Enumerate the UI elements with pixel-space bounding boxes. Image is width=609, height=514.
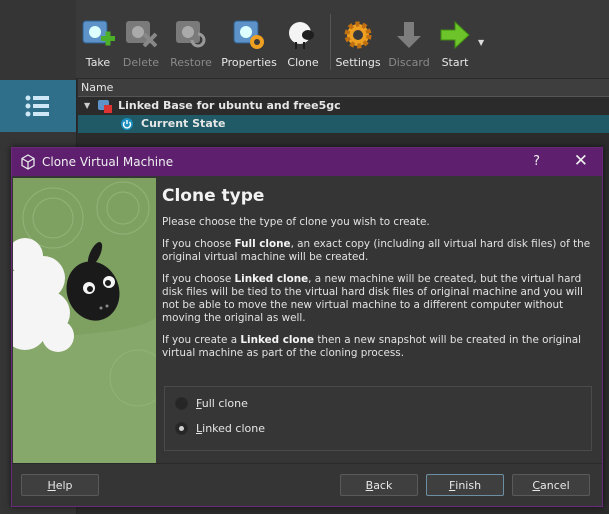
- clone-label: Clone: [287, 56, 319, 69]
- restore-button[interactable]: Restore: [163, 18, 219, 69]
- full-clone-radio-indicator[interactable]: [175, 397, 188, 410]
- properties-button[interactable]: Properties: [221, 18, 277, 69]
- finish-button[interactable]: Finish: [426, 474, 504, 496]
- take-label: Take: [85, 56, 111, 69]
- clone-wizard-illustration: [13, 178, 156, 464]
- back-button[interactable]: Back: [340, 474, 418, 496]
- vm-row[interactable]: ▼ Linked Base for ubuntu and free5gc: [78, 97, 609, 115]
- restore-label: Restore: [170, 56, 212, 69]
- start-button[interactable]: Start: [427, 18, 483, 69]
- help-button[interactable]: Help: [21, 474, 99, 496]
- virtualbox-cube-icon: [21, 154, 35, 170]
- clone-vm-dialog: Clone Virtual Machine ? ✕ Clone type Ple…: [11, 147, 603, 507]
- start-arrow-icon: [440, 20, 470, 50]
- power-icon: [121, 118, 133, 130]
- dialog-title: Clone Virtual Machine: [42, 155, 174, 169]
- start-dropdown-arrow-icon[interactable]: ▼: [478, 38, 484, 47]
- clone-type-heading: Clone type: [162, 186, 265, 206]
- delete-button[interactable]: Delete: [113, 18, 169, 69]
- full-clone-description: If you choose Full clone, an exact copy …: [162, 238, 591, 263]
- discard-label: Discard: [388, 56, 430, 69]
- delete-snapshot-icon: [126, 21, 158, 48]
- clone-button[interactable]: Clone: [275, 18, 331, 69]
- current-state-label: Current State: [141, 117, 226, 130]
- sheep-illustration-icon: [13, 178, 156, 464]
- full-clone-radio[interactable]: Full clone: [175, 397, 248, 410]
- expand-arrow-icon[interactable]: ▼: [84, 97, 90, 115]
- settings-gear-icon: [344, 21, 372, 49]
- linked-clone-label: Linked clone: [196, 422, 265, 435]
- full-clone-label: Full clone: [196, 397, 248, 410]
- properties-icon: [233, 20, 264, 49]
- take-snapshot-icon: [82, 20, 115, 46]
- clone-type-options: Full clone Linked clone: [164, 386, 592, 451]
- current-state-row[interactable]: Current State: [78, 115, 609, 133]
- machine-tools-button[interactable]: [0, 80, 76, 132]
- snapshot-note: If you create a Linked clone then a new …: [162, 334, 582, 359]
- close-button[interactable]: ✕: [574, 151, 588, 171]
- help-question-button[interactable]: ?: [533, 154, 540, 169]
- linked-clone-radio[interactable]: Linked clone: [175, 422, 265, 435]
- discard-arrow-icon: [397, 22, 421, 48]
- name-column-header[interactable]: Name: [78, 79, 609, 97]
- delete-label: Delete: [122, 56, 160, 69]
- clone-type-content: Clone type Please choose the type of clo…: [162, 186, 592, 369]
- properties-label: Properties: [221, 56, 277, 69]
- linked-clone-description: If you choose Linked clone, a new machin…: [162, 273, 583, 324]
- cancel-button[interactable]: Cancel: [512, 474, 590, 496]
- vm-state-icon: [98, 100, 113, 113]
- linked-clone-radio-indicator[interactable]: [175, 422, 188, 435]
- dialog-titlebar: Clone Virtual Machine ? ✕: [12, 148, 602, 176]
- snapshot-tree: Name ▼ Linked Base for ubuntu and free5g…: [78, 79, 609, 133]
- settings-button[interactable]: Settings: [330, 18, 386, 69]
- start-label: Start: [441, 56, 469, 69]
- intro-text: Please choose the type of clone you wish…: [162, 216, 430, 228]
- vm-name: Linked Base for ubuntu and free5gc: [118, 99, 341, 112]
- snapshot-toolbar: Take Delete Restore Properties Clone Set…: [76, 0, 609, 79]
- list-menu-icon: [25, 95, 49, 117]
- clone-sheep-icon: [289, 22, 314, 49]
- settings-label: Settings: [335, 56, 381, 69]
- dialog-button-bar: Help Back Finish Cancel: [12, 463, 602, 506]
- restore-snapshot-icon: [176, 21, 206, 48]
